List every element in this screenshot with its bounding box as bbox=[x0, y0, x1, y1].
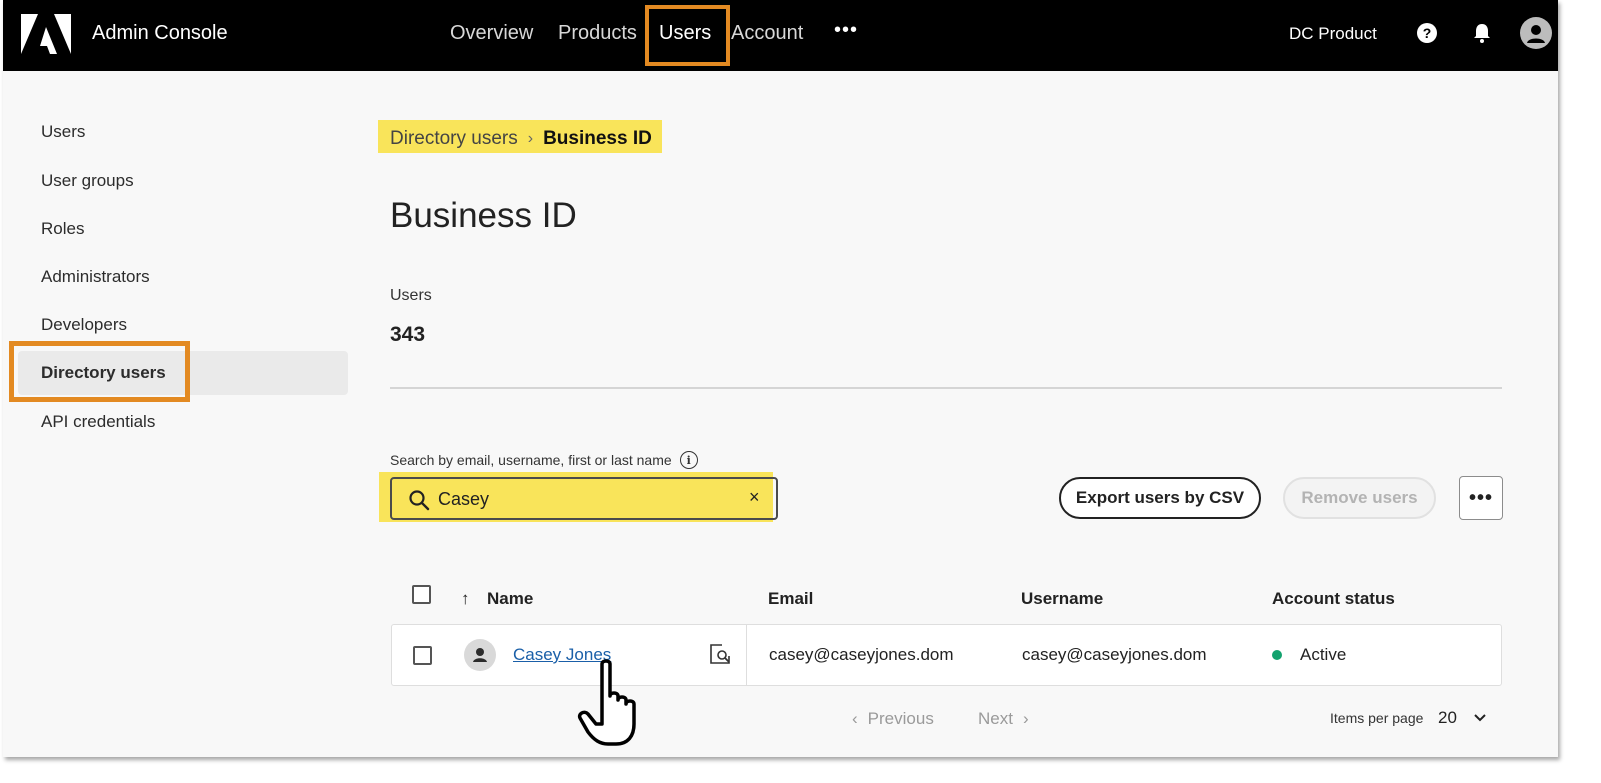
nav-more-icon[interactable]: ••• bbox=[834, 19, 858, 42]
section-divider bbox=[390, 387, 1502, 389]
items-per-page-select[interactable]: 20 bbox=[1438, 708, 1457, 728]
svg-text:?: ? bbox=[1423, 25, 1432, 41]
email-cell: casey@caseyjones.dom bbox=[769, 645, 954, 664]
column-header-account-status: Account status bbox=[1272, 589, 1395, 608]
page-title: Business ID bbox=[390, 196, 577, 235]
sidebar-directory-users-highlight bbox=[9, 341, 190, 402]
select-all-checkbox[interactable] bbox=[412, 585, 431, 604]
nav-users-highlight bbox=[645, 5, 730, 66]
nav-account[interactable]: Account bbox=[731, 22, 803, 45]
status-active-icon bbox=[1272, 650, 1282, 660]
user-detail-icon[interactable] bbox=[708, 642, 732, 666]
user-count-value: 343 bbox=[390, 323, 426, 346]
column-header-username: Username bbox=[1021, 589, 1104, 608]
username-cell: casey@caseyjones.dom bbox=[1022, 645, 1207, 664]
breadcrumb-parent-link[interactable]: Directory users bbox=[390, 128, 518, 150]
breadcrumb: Directory users › Business ID bbox=[378, 120, 662, 153]
org-switcher[interactable]: DC Product bbox=[1289, 24, 1377, 44]
export-users-csv-button[interactable]: Export users by CSV bbox=[1059, 477, 1261, 519]
search-icon bbox=[409, 490, 430, 511]
sidebar-item-developers[interactable]: Developers bbox=[41, 315, 127, 335]
help-icon[interactable]: ? bbox=[1416, 22, 1438, 44]
sidebar-item-administrators[interactable]: Administrators bbox=[41, 267, 150, 287]
column-divider bbox=[746, 625, 747, 685]
more-actions-button[interactable]: ••• bbox=[1459, 476, 1503, 520]
next-page-button[interactable]: Next › bbox=[978, 709, 1029, 729]
hand-pointer-cursor-icon bbox=[577, 659, 636, 746]
sidebar-item-roles[interactable]: Roles bbox=[41, 219, 84, 239]
previous-page-button[interactable]: ‹ Previous bbox=[852, 709, 934, 729]
sort-ascending-icon[interactable]: ↑ bbox=[461, 589, 470, 609]
next-label: Next bbox=[978, 709, 1013, 728]
adobe-logo-icon[interactable] bbox=[21, 14, 71, 54]
sidebar-item-user-groups[interactable]: User groups bbox=[41, 171, 134, 191]
top-nav-bar: Admin Console Overview Products Users Ac… bbox=[3, 0, 1558, 71]
table-row[interactable]: Casey Jones casey@caseyjones.dom casey@c… bbox=[391, 624, 1502, 686]
breadcrumb-separator-icon: › bbox=[527, 130, 534, 147]
column-header-name[interactable]: Name bbox=[487, 589, 533, 609]
row-checkbox[interactable] bbox=[413, 646, 432, 665]
nav-overview[interactable]: Overview bbox=[450, 22, 533, 45]
status-cell: Active bbox=[1300, 645, 1347, 664]
chevron-right-icon: › bbox=[1022, 709, 1029, 728]
search-label: Search by email, username, first or last… bbox=[390, 451, 698, 469]
chevron-left-icon: ‹ bbox=[852, 709, 858, 728]
search-input[interactable] bbox=[438, 487, 738, 511]
column-header-email: Email bbox=[768, 589, 814, 608]
nav-products[interactable]: Products bbox=[558, 22, 637, 45]
items-per-page-label: Items per page bbox=[1330, 710, 1424, 726]
search-field[interactable]: × bbox=[390, 477, 778, 520]
info-icon[interactable]: i bbox=[679, 451, 698, 469]
user-avatar-icon[interactable] bbox=[1520, 17, 1552, 49]
sidebar-item-api-credentials[interactable]: API credentials bbox=[41, 412, 155, 432]
notification-bell-icon[interactable] bbox=[1471, 22, 1493, 44]
chevron-down-icon[interactable] bbox=[1472, 710, 1488, 726]
previous-label: Previous bbox=[867, 709, 934, 728]
avatar bbox=[464, 639, 496, 671]
remove-users-button[interactable]: Remove users bbox=[1283, 477, 1436, 519]
search-label-text: Search by email, username, first or last… bbox=[390, 452, 672, 468]
user-count-label: Users bbox=[390, 287, 432, 304]
sidebar-item-users[interactable]: Users bbox=[41, 122, 85, 142]
clear-search-icon[interactable]: × bbox=[749, 487, 760, 508]
app-title[interactable]: Admin Console bbox=[92, 22, 228, 45]
breadcrumb-current: Business ID bbox=[543, 128, 652, 149]
admin-console-window: Admin Console Overview Products Users Ac… bbox=[3, 0, 1558, 757]
